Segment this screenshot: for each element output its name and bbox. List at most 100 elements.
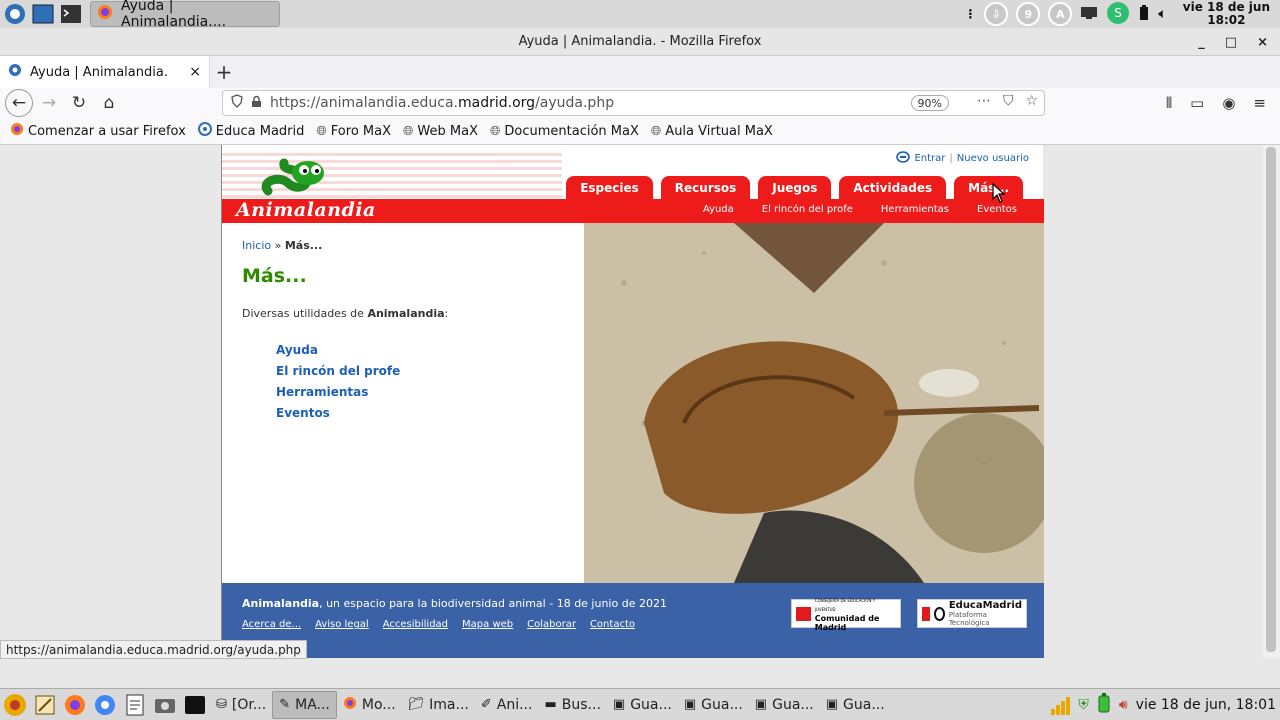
link-rincon-profe[interactable]: El rincón del profe — [276, 364, 400, 378]
subnav-herramientas[interactable]: Herramientas — [881, 204, 949, 215]
footer-link-contacto[interactable]: Contacto — [590, 619, 635, 630]
minimize-button[interactable]: _ — [1198, 35, 1205, 50]
task-item-gua-3[interactable]: ▣ Gua... — [749, 691, 820, 719]
library-icon[interactable]: ⫴ — [1166, 94, 1172, 112]
display-icon[interactable] — [1080, 6, 1098, 23]
scrollbar-thumb[interactable] — [1266, 147, 1276, 652]
madrid-flag-icon — [922, 606, 931, 621]
new-user-link[interactable]: Nuevo usuario — [957, 153, 1029, 164]
screenshot-launcher-icon[interactable] — [150, 690, 180, 720]
educamadrid-badge[interactable]: EducaMadrid Plataforma Tecnológica — [917, 599, 1027, 628]
link-ayuda[interactable]: Ayuda — [276, 343, 400, 357]
taskbar-clock[interactable]: vie 18 de jun, 18:01 — [1136, 697, 1276, 713]
notepad-launcher-icon[interactable] — [30, 690, 60, 720]
lock-icon[interactable] — [251, 95, 262, 112]
battery-green-icon[interactable] — [1097, 693, 1111, 717]
tab-actividades[interactable]: Actividades — [839, 176, 947, 199]
shield-check-icon[interactable]: ⛨ — [1078, 697, 1089, 713]
show-desktop-icon[interactable] — [30, 1, 56, 27]
task-item-ima[interactable]: 📁︎ Ima... — [402, 691, 475, 719]
url-text[interactable]: https://animalandia.educa.madrid.org/ayu… — [270, 95, 614, 111]
subnav-rincon-profe[interactable]: El rincón del profe — [762, 204, 853, 215]
maximize-button[interactable]: □ — [1225, 35, 1237, 50]
forward-button[interactable]: → — [35, 89, 63, 117]
speaker-icon[interactable]: 🔊︎ — [1119, 697, 1128, 713]
footer-link-aviso-legal[interactable]: Aviso legal — [315, 619, 369, 630]
task-item-ani[interactable]: ✐ Ani... — [475, 691, 539, 719]
system-menu-icon[interactable] — [2, 1, 28, 27]
sync-icon[interactable]: S — [1106, 1, 1130, 28]
network-signal-icon[interactable] — [1051, 695, 1071, 715]
battery-icon[interactable] — [1138, 4, 1150, 24]
link-herramientas[interactable]: Herramientas — [276, 385, 400, 399]
user-icon — [896, 151, 911, 166]
task-label: Bus... — [561, 696, 601, 713]
task-item-mo[interactable]: Mo... — [337, 691, 402, 719]
sidebar-icon[interactable]: ▭ — [1190, 94, 1204, 112]
bookmarks-toolbar: Comenzar a usar Firefox Educa Madrid 🌐︎ … — [0, 118, 1280, 145]
tray-badge-nine[interactable]: 9 — [1016, 2, 1041, 26]
breadcrumb-home[interactable]: Inicio — [242, 239, 271, 252]
tab-juegos[interactable]: Juegos — [758, 176, 832, 199]
task-item-bus[interactable]: ▬ Bus... — [538, 691, 606, 719]
subnav-ayuda[interactable]: Ayuda — [703, 204, 734, 215]
footer-link-colaborar[interactable]: Colaborar — [527, 619, 576, 630]
bookmark-web-max[interactable]: 🌐︎ Web MaX — [403, 124, 478, 139]
login-link[interactable]: Entrar — [914, 153, 945, 164]
subnav-eventos[interactable]: Eventos — [977, 204, 1017, 215]
tray-badge-a[interactable]: A — [1048, 2, 1073, 26]
close-button[interactable]: × — [1257, 35, 1268, 50]
bookmark-star-icon[interactable]: ☆ — [1025, 93, 1038, 109]
firefox-icon — [343, 696, 357, 714]
link-eventos[interactable]: Eventos — [276, 406, 400, 420]
task-item-gua-4[interactable]: ▣ Gua... — [820, 691, 891, 719]
pocket-icon[interactable]: ⛉ — [1003, 93, 1014, 109]
menu-dots-icon[interactable]: ⋮ — [964, 7, 976, 21]
bookmark-foro-max[interactable]: 🌐︎ Foro MaX — [316, 124, 391, 139]
page-actions-icon[interactable]: ⋯ — [977, 93, 991, 109]
tab-close-icon[interactable]: × — [189, 64, 201, 80]
new-tab-button[interactable]: + — [210, 56, 238, 88]
shield-icon[interactable] — [231, 94, 243, 112]
browser-tab[interactable]: Ayuda | Animalandia. × — [0, 56, 210, 88]
account-icon[interactable]: ◉ — [1222, 94, 1235, 112]
bookmark-educa-madrid[interactable]: Educa Madrid — [197, 122, 304, 140]
task-item-gua-1[interactable]: ▣ Gua... — [607, 691, 678, 719]
home-button[interactable]: ⌂ — [95, 89, 123, 117]
bookmark-label: Foro MaX — [330, 123, 391, 139]
reload-button[interactable]: ↻ — [65, 89, 93, 117]
url-bar[interactable]: https://animalandia.educa.madrid.org/ayu… — [222, 90, 1045, 116]
tab-especies[interactable]: Especies — [566, 176, 653, 199]
volume-icon[interactable]: 🔈︎ — [1158, 6, 1166, 22]
active-window-task[interactable]: Ayuda | Animalandia.... — [90, 0, 280, 30]
svg-text:S: S — [1115, 6, 1123, 20]
start-menu-icon[interactable] — [0, 690, 30, 720]
terminal-icon[interactable] — [58, 1, 84, 27]
footer-link-mapa-web[interactable]: Mapa web — [462, 619, 513, 630]
comunidad-madrid-text: CONSEJERÍA DE EDUCACIÓN Y JUVENTUD Comun… — [815, 596, 896, 632]
panel-clock[interactable]: vie 18 de jun 18:02 — [1183, 1, 1270, 27]
footer-link-acerca[interactable]: Acerca de... — [242, 619, 301, 630]
back-button[interactable]: ← — [5, 89, 33, 117]
tab-recursos[interactable]: Recursos — [660, 176, 751, 199]
site-logo-text[interactable]: Animalandia — [236, 199, 376, 221]
comunidad-madrid-badge[interactable]: CONSEJERÍA DE EDUCACIÓN Y JUVENTUD Comun… — [791, 598, 901, 632]
footer-link-accesibilidad[interactable]: Accesibilidad — [383, 619, 448, 630]
bookmark-firefox[interactable]: Comenzar a usar Firefox — [10, 122, 186, 140]
chrome-launcher-icon[interactable] — [90, 690, 120, 720]
dialog-icon: ▣ — [683, 697, 697, 712]
text-editor-launcher-icon[interactable] — [120, 690, 150, 720]
page-scrollbar[interactable] — [1263, 145, 1280, 658]
bookmark-documentacion-max[interactable]: 🌐︎ Documentación MaX — [490, 124, 639, 139]
update-icon[interactable]: ⇩ — [984, 2, 1009, 26]
tab-mas[interactable]: Más... — [954, 176, 1023, 199]
bookmark-aula-virtual-max[interactable]: 🌐︎ Aula Virtual MaX — [651, 124, 773, 139]
zoom-indicator[interactable]: 90% — [910, 95, 949, 111]
firefox-launcher-icon[interactable] — [60, 690, 90, 720]
hamburger-menu-icon[interactable]: ≡ — [1253, 94, 1266, 112]
task-item-ma[interactable]: ✎ MA... — [272, 690, 337, 719]
task-item-gua-2[interactable]: ▣ Gua... — [678, 691, 749, 719]
terminal-launcher-icon[interactable] — [180, 690, 210, 720]
task-item-or[interactable]: ⛁ [Or... — [210, 691, 272, 719]
snake-logo-icon[interactable] — [260, 151, 330, 199]
